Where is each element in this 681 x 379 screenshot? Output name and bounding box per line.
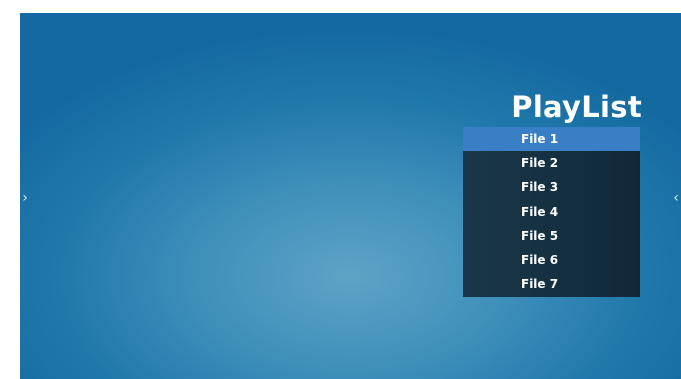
- playlist-item[interactable]: File 7: [463, 272, 640, 296]
- playlist-title: PlayList: [511, 90, 642, 124]
- chevron-right-icon[interactable]: ›: [20, 188, 31, 208]
- playlist-item[interactable]: File 6: [463, 248, 640, 272]
- playlist-item[interactable]: File 3: [463, 175, 640, 199]
- playlist-item[interactable]: File 4: [463, 200, 640, 224]
- playlist-item[interactable]: File 1: [463, 127, 640, 152]
- playlist-panel: File 1 File 2 File 3 File 4 File 5 File …: [463, 127, 640, 297]
- chevron-left-icon[interactable]: ‹: [670, 188, 681, 208]
- playlist-item[interactable]: File 5: [463, 224, 640, 248]
- player-screen: › ‹ PlayList File 1 File 2 File 3 File 4…: [20, 13, 681, 379]
- playlist-item[interactable]: File 2: [463, 151, 640, 175]
